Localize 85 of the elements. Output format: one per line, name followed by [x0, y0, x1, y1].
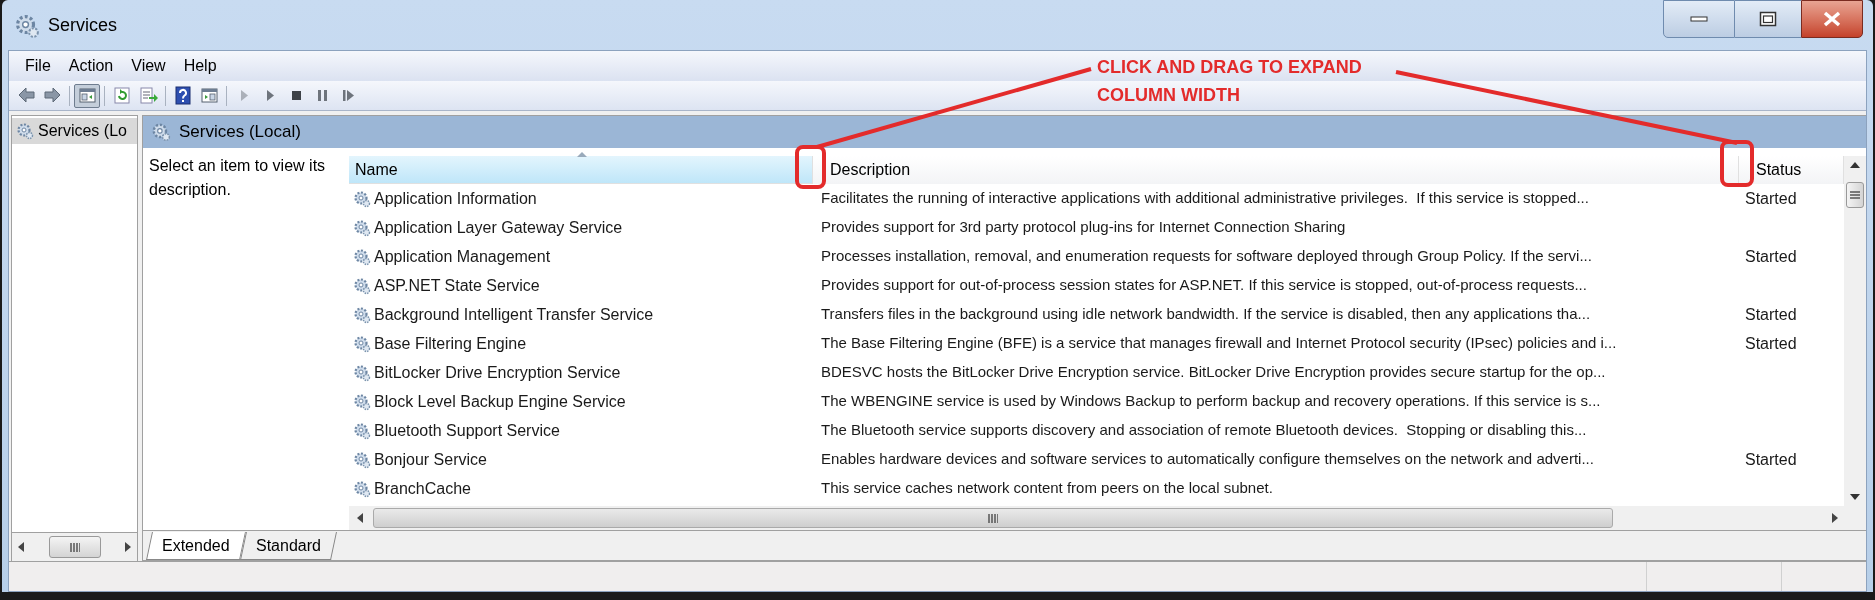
scrollbar-thumb[interactable]: [373, 508, 1613, 528]
service-status: Started: [1745, 450, 1797, 468]
scrollbar-thumb[interactable]: [1846, 182, 1864, 208]
service-name[interactable]: Application Management: [374, 244, 551, 269]
service-status: Started: [1745, 334, 1797, 352]
service-description: Enables hardware devices and software services to automatically configure themselves on the network and adverti...: [821, 450, 1594, 468]
help-icon: [173, 86, 193, 105]
service-description: Processes installation, removal, and enumeration requests for software deployed through Group Policy. If the servi...: [821, 247, 1592, 265]
gear-icon: [353, 450, 371, 469]
scroll-left-icon: [18, 542, 24, 552]
tree-item[interactable]: Services (Lo: [12, 118, 137, 144]
service-description: BDESVC hosts the BitLocker Drive Encryption service. BitLocker Drive Encryption provides secure startup for the op...: [821, 363, 1606, 381]
service-name[interactable]: BranchCache: [374, 476, 471, 501]
export-list-icon: [138, 86, 158, 105]
maximize-icon: [1759, 11, 1777, 27]
view-tab[interactable]: Standard: [239, 532, 337, 560]
close-button[interactable]: [1801, 0, 1863, 38]
gear-icon: [353, 334, 371, 353]
service-description: Provides support for 3rd party protocol plug-ins for Internet Connection Sharing: [821, 218, 1346, 236]
gear-icon: [353, 247, 371, 266]
scroll-down-icon: [1850, 494, 1860, 500]
gear-icon: [353, 305, 371, 324]
service-name[interactable]: Application Layer Gateway Service: [374, 215, 623, 240]
menu-item[interactable]: Action: [60, 54, 122, 78]
forward-arrow-icon: [42, 86, 62, 105]
scroll-right-icon: [1832, 513, 1838, 523]
service-name[interactable]: ASP.NET State Service: [374, 273, 540, 298]
gear-icon: [353, 363, 371, 382]
window-title: Services: [48, 14, 118, 37]
scroll-left-icon: [357, 513, 363, 523]
service-status: Started: [1745, 305, 1797, 323]
grip-icon: [69, 542, 80, 552]
gear-icon: [353, 189, 371, 208]
horizontal-scrollbar[interactable]: [349, 506, 1866, 530]
search-gear-icon: [151, 122, 171, 142]
service-name[interactable]: Bluetooth Support Service: [374, 418, 560, 443]
column-header[interactable]: Status: [1739, 156, 1844, 184]
horizontal-scrollbar[interactable]: [11, 533, 138, 561]
close-icon: [1822, 11, 1842, 27]
scrollbar-thumb[interactable]: [48, 536, 101, 558]
service-description: The WBENGINE service is used by Windows Backup to perform backup and recovery operations. If this service is s...: [821, 392, 1601, 410]
service-name[interactable]: Bonjour Service: [374, 447, 487, 472]
menu-item[interactable]: View: [123, 54, 174, 78]
menu-item[interactable]: File: [17, 54, 59, 78]
service-description: The Base Filtering Engine (BFE) is a service that manages firewall and Internet Protocol security (IPsec) policies and i...: [821, 334, 1617, 352]
gear-icon: [353, 392, 371, 411]
panel-title: Services (Local): [179, 121, 301, 144]
scroll-right-icon: [125, 542, 131, 552]
highlight-box: [1720, 140, 1754, 187]
column-header[interactable]: Description: [813, 156, 1739, 184]
minimize-icon: [1690, 16, 1708, 22]
vertical-scrollbar[interactable]: [1844, 156, 1866, 506]
gear-icon: [353, 479, 371, 498]
service-name[interactable]: Application Information: [374, 186, 537, 211]
service-description: Facilitates the running of interactive applications with additional administrative privileges. If this service is stopped...: [821, 189, 1589, 207]
description-hint: Select an item to view its description.: [149, 156, 327, 200]
console-tree-icon: [77, 86, 97, 105]
gear-icon: [14, 12, 40, 39]
menu-item[interactable]: Help: [175, 54, 225, 78]
service-status: Started: [1745, 247, 1797, 265]
gear-icon: [353, 421, 371, 440]
service-description: Provides support for out-of-process session states for ASP.NET. If this service is stopped, out-of-process requests...: [821, 276, 1587, 294]
console-tree-button[interactable]: [74, 83, 100, 108]
service-status: Started: [1745, 189, 1797, 207]
grip-icon: [988, 513, 998, 523]
annotation-text: COLUMN WIDTH: [1097, 84, 1241, 106]
highlight-box: [795, 145, 826, 189]
properties-window-icon: [199, 86, 219, 105]
service-name[interactable]: Base Filtering Engine: [374, 331, 527, 356]
grip-icon: [1850, 191, 1860, 199]
gear-icon: [353, 276, 371, 295]
service-description: This service caches network content from peers on the local subnet.: [821, 479, 1273, 497]
service-name[interactable]: Block Level Backup Engine Service: [374, 389, 626, 414]
service-name[interactable]: Background Intelligent Transfer Service: [374, 302, 654, 327]
service-description: The Bluetooth service supports discovery and association of remote Bluetooth devices. Stopping or disabling this...: [821, 421, 1587, 439]
maximize-button[interactable]: [1735, 0, 1801, 38]
gear-icon: [353, 218, 371, 237]
service-description: Transfers files in the background using idle network bandwidth. If the service is disabled, then any applications tha...: [821, 305, 1591, 323]
annotation-text: CLICK AND DRAG TO EXPAND: [1097, 56, 1362, 78]
gear-icon: [16, 122, 34, 140]
refresh-icon: [112, 86, 132, 105]
service-name[interactable]: BitLocker Drive Encryption Service: [374, 360, 621, 385]
back-arrow-icon: [16, 86, 36, 105]
view-tab[interactable]: Extended: [146, 532, 246, 560]
scroll-up-icon: [1850, 162, 1860, 168]
